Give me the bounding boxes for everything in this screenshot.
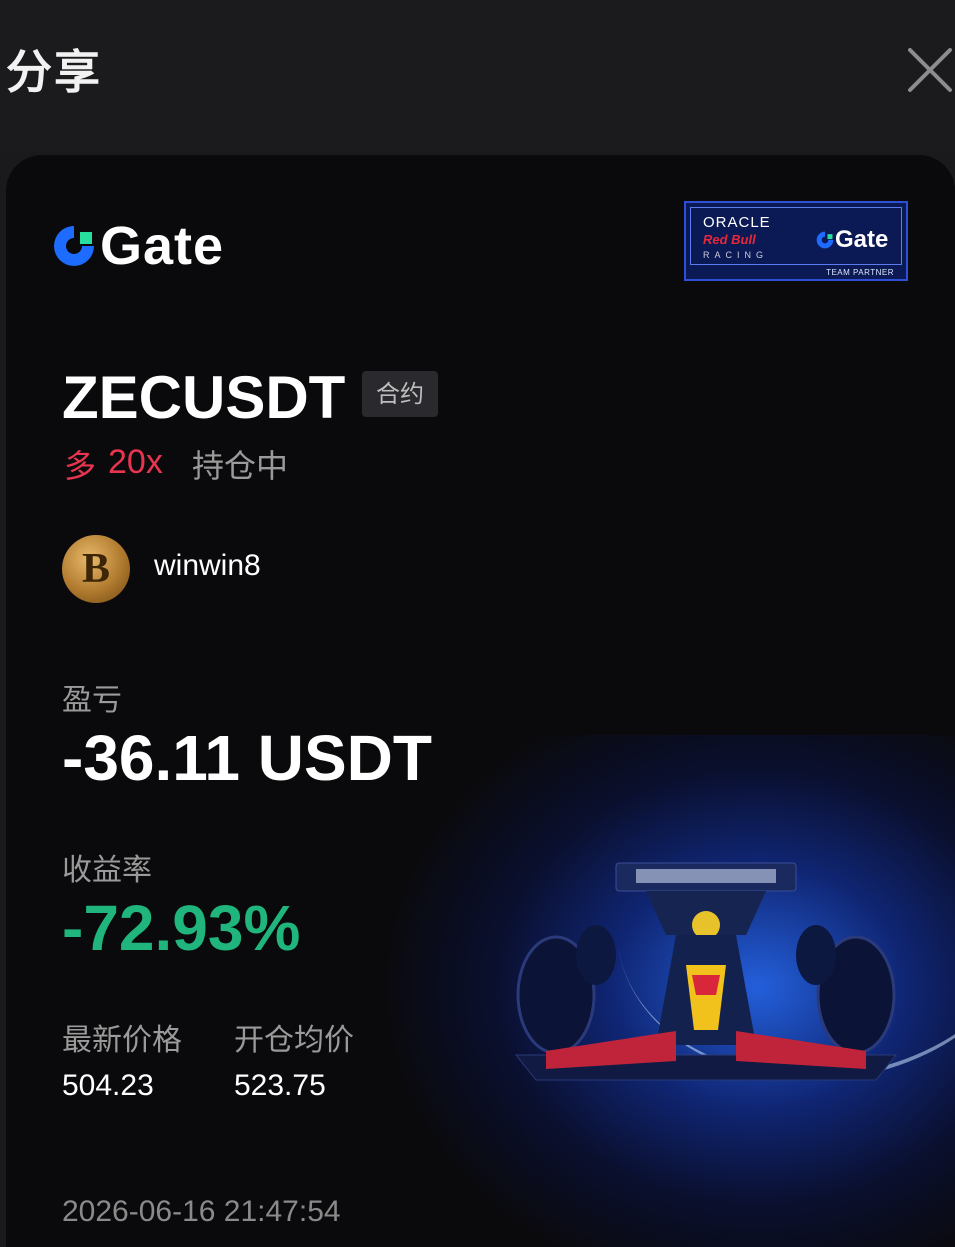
entry-price-value: 523.75 [234, 1069, 326, 1102]
username: winwin8 [154, 549, 261, 582]
close-icon[interactable] [904, 44, 955, 96]
position-direction: 多 [64, 447, 97, 485]
gate-logo-icon [816, 231, 834, 249]
timestamp: 2026-06-16 21:47:54 [62, 1195, 341, 1228]
gate-logo: Gate [50, 215, 224, 277]
share-card: Gate ORACLE Red Bull RACING Gate TEAM PA… [6, 155, 955, 1247]
position-status: 持仓中 [192, 447, 289, 485]
partner-gate-text: Gate [835, 226, 889, 253]
partner-redbull-text: Red Bull [703, 232, 756, 247]
entry-price-label: 开仓均价 [234, 1023, 354, 1058]
position-leverage: 20x [108, 443, 163, 481]
partner-badge: ORACLE Red Bull RACING Gate TEAM PARTNER [684, 201, 908, 281]
partner-oracle-text: ORACLE [703, 214, 771, 231]
latest-price-value: 504.23 [62, 1069, 154, 1102]
page-title: 分享 [6, 45, 102, 99]
pnl-value: -36.11 USDT [62, 722, 432, 794]
partner-gate-logo: Gate [815, 226, 888, 254]
gate-logo-text: Gate [100, 216, 225, 276]
roi-label: 收益率 [62, 853, 152, 888]
pnl-label: 盈亏 [62, 683, 122, 718]
top-bar: 分享 [0, 0, 955, 150]
avatar-glyph: B [81, 546, 110, 592]
latest-price-label: 最新价格 [62, 1023, 182, 1058]
partner-racing-text: RACING [703, 250, 769, 260]
trading-pair: ZECUSDT [62, 364, 346, 431]
partner-footer-text: TEAM PARTNER [826, 268, 894, 277]
contract-tag: 合约 [362, 371, 438, 417]
f1-car-image [514, 862, 898, 1081]
roi-value: -72.93% [62, 892, 301, 964]
bitcoin-avatar-icon: B [62, 535, 130, 603]
gate-logo-icon [54, 226, 94, 266]
